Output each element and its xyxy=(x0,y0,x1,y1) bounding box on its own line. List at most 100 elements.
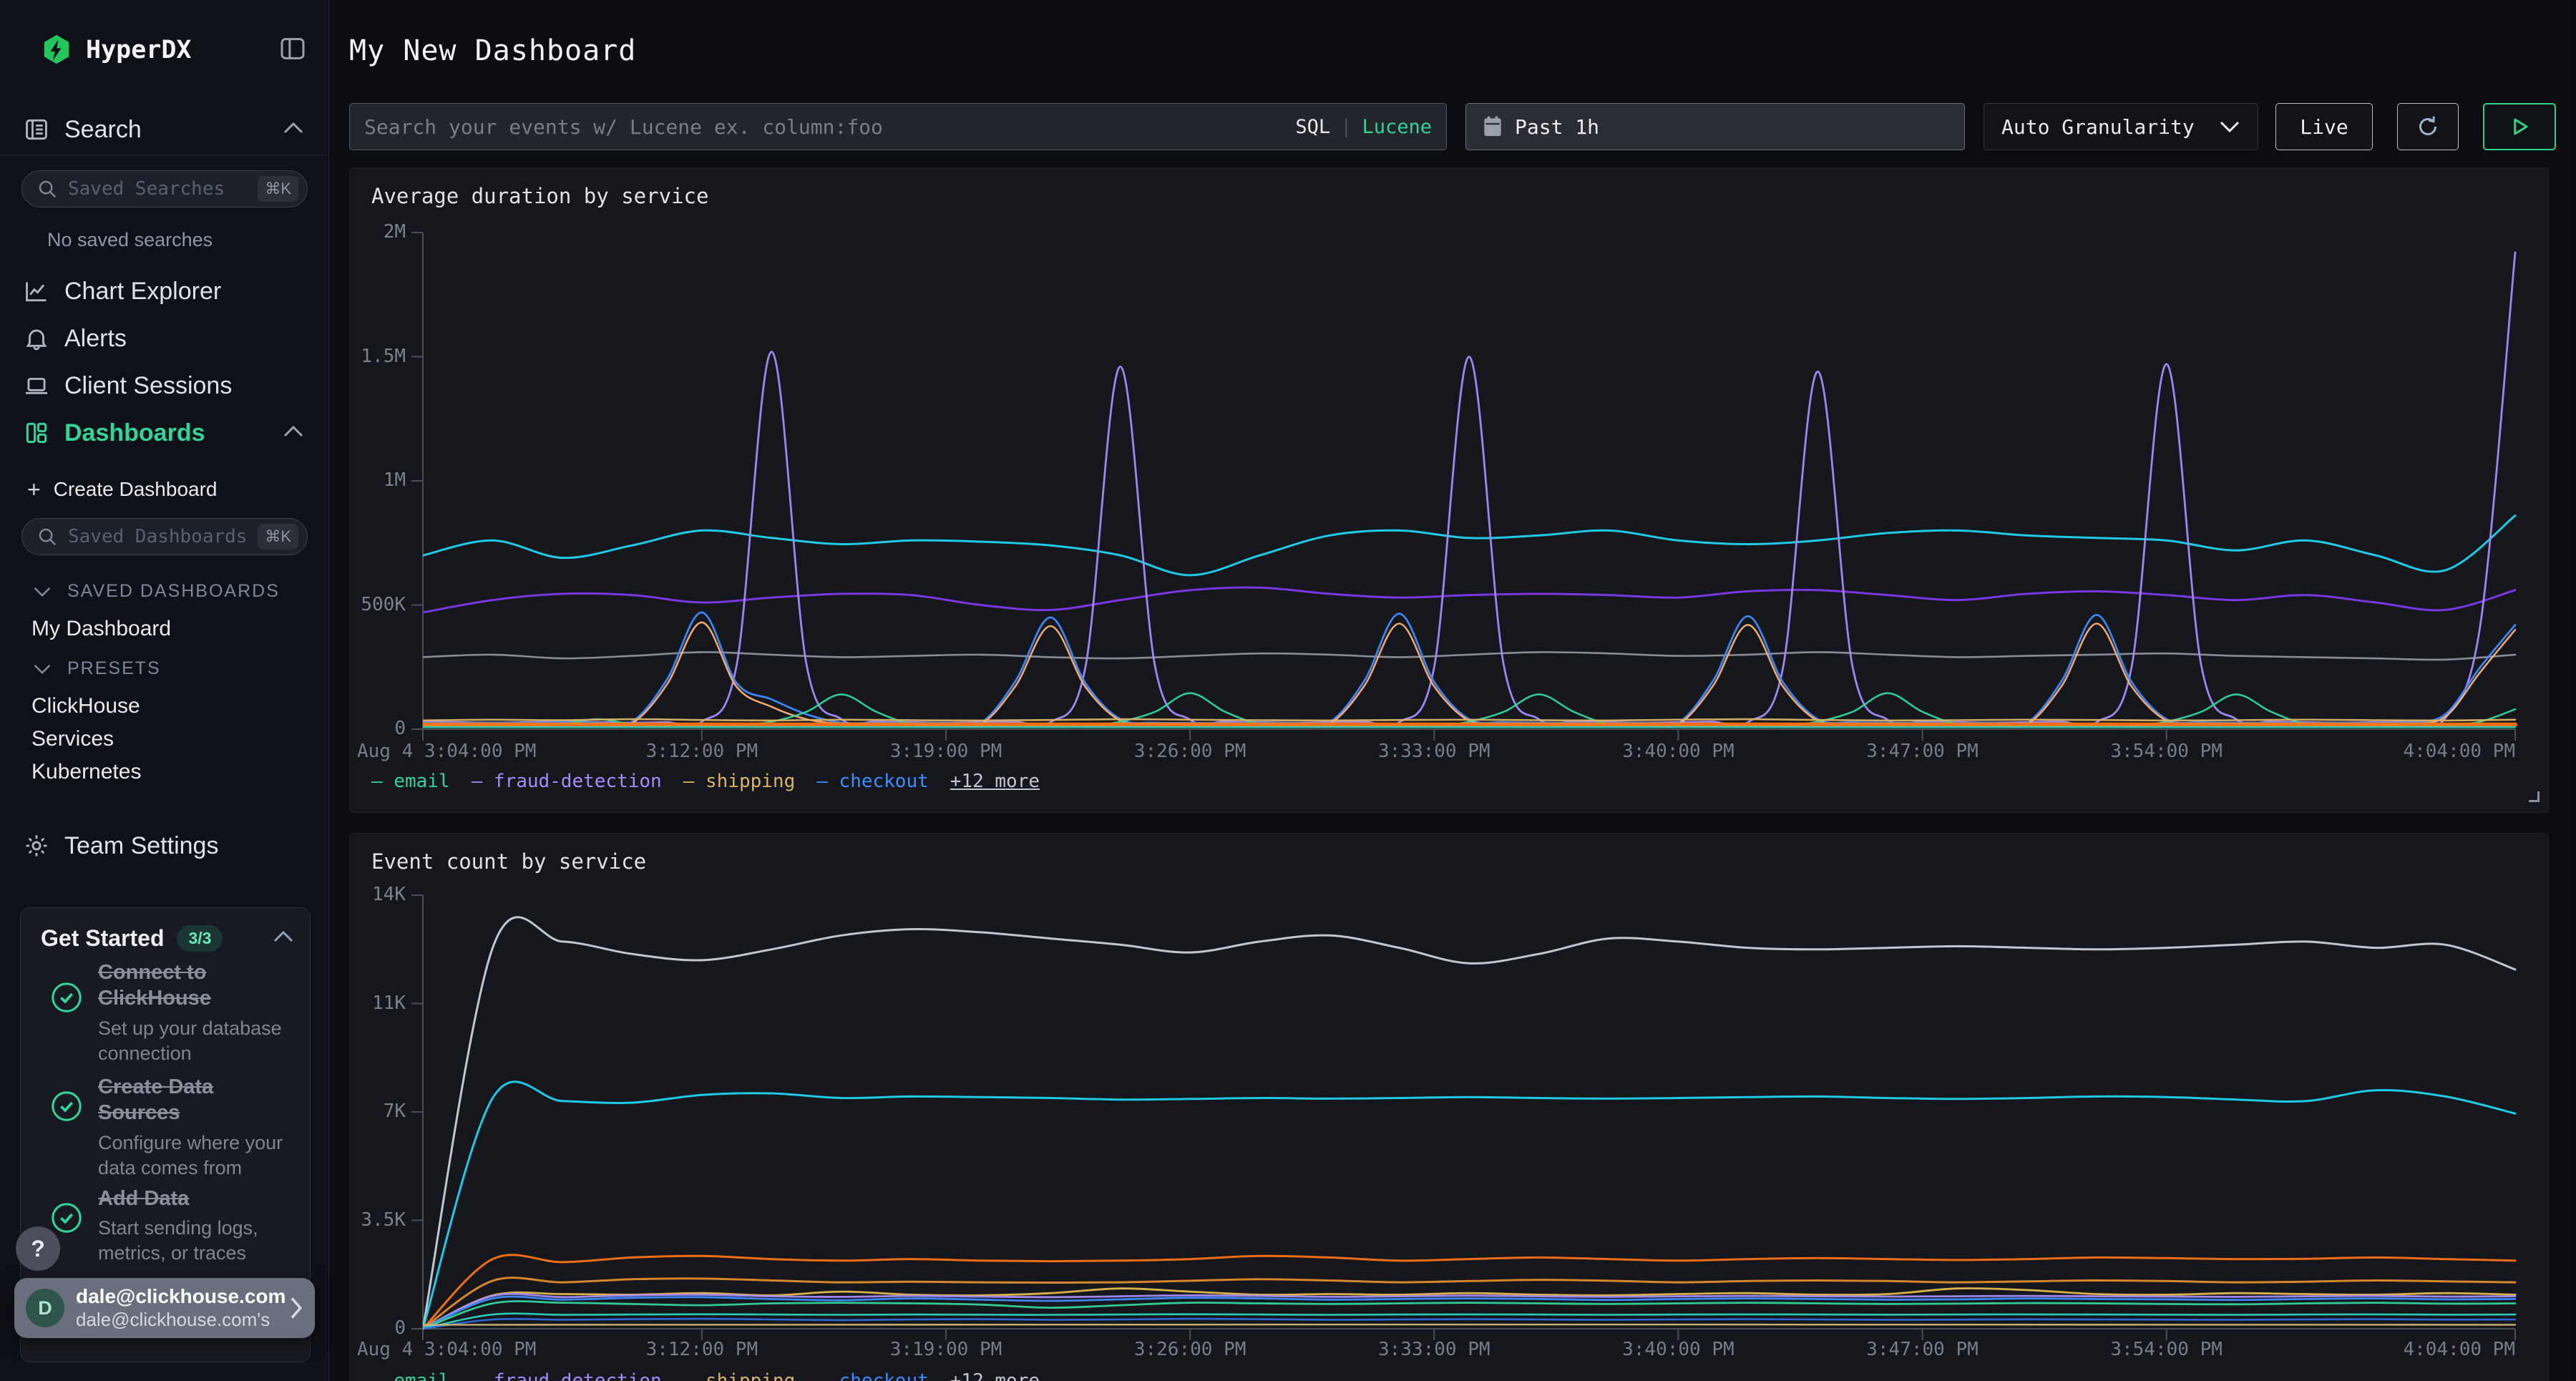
chart-legend: — email — fraud-detection — shipping — chec… xyxy=(371,1370,1040,1381)
sidebar-item-dashboards[interactable]: Dashboards xyxy=(0,416,328,449)
line-chart-avg-duration[interactable]: 2M1.5M1M500K0Aug 4 3:04:00 PM3:12:00 PM3… xyxy=(350,168,2548,812)
legend-item-checkout[interactable]: — checkout xyxy=(816,1370,929,1381)
sidebar-collapse-icon[interactable] xyxy=(278,34,307,67)
checklist-item-connect[interactable]: Connect to ClickHouse Set up your databa… xyxy=(35,960,298,1066)
team-settings-label: Team Settings xyxy=(64,832,218,860)
user-email: dale@clickhouse.com xyxy=(76,1285,288,1308)
sidebar-item-alerts[interactable]: Alerts xyxy=(0,322,328,355)
dashboards-icon xyxy=(23,419,50,446)
help-button[interactable]: ? xyxy=(16,1226,60,1271)
checklist-item-subtitle: Set up your database connection xyxy=(98,1016,298,1066)
avatar: D xyxy=(26,1289,64,1327)
sidebar-item-chart-explorer[interactable]: Chart Explorer xyxy=(0,275,328,308)
saved-searches-input[interactable] xyxy=(68,178,258,200)
sidebar-item-my-dashboard[interactable]: My Dashboard xyxy=(0,617,328,641)
sql-toggle[interactable]: SQL xyxy=(1295,116,1330,138)
chevron-up-icon xyxy=(283,425,304,441)
checklist-item-data-sources[interactable]: Create Data Sources Configure where your… xyxy=(35,1074,298,1181)
alerts-label: Alerts xyxy=(64,325,127,353)
series-line-other-orange xyxy=(423,1255,2515,1329)
series-line-other-lightgray xyxy=(423,917,2515,1329)
time-range-label: Past 1h xyxy=(1515,115,1599,139)
plus-icon: + xyxy=(27,478,41,501)
chart-panel-event-count: Event count by service 14K11K7K3.5K0Aug … xyxy=(349,833,2549,1381)
granularity-select[interactable]: Auto Granularity xyxy=(1984,103,2258,150)
legend-item-checkout[interactable]: — checkout xyxy=(816,771,929,792)
run-query-button[interactable] xyxy=(2483,103,2556,150)
create-dashboard-label: Create Dashboard xyxy=(54,478,218,501)
search-icon xyxy=(36,178,58,200)
scrollbar[interactable] xyxy=(2567,0,2576,1381)
checklist-item-title: Create Data Sources xyxy=(98,1074,298,1126)
series-line-shipping xyxy=(423,719,2515,721)
legend-item-email[interactable]: — email xyxy=(371,771,450,792)
legend-item-fraud-detection[interactable]: — fraud-detection xyxy=(472,1370,662,1381)
panel-resize-handle[interactable] xyxy=(2529,791,2540,802)
calendar-icon xyxy=(1482,115,1503,138)
bell-icon xyxy=(23,325,50,352)
checklist-item-title: Add Data xyxy=(98,1186,298,1211)
legend-more-link[interactable]: +12 more xyxy=(950,1370,1040,1381)
chart-panel-avg-duration: Average duration by service 2M1.5M1M500K… xyxy=(349,167,2549,813)
saved-dashboards-search[interactable]: ⌘K xyxy=(21,518,308,555)
chevron-down-icon xyxy=(33,586,52,597)
check-circle-icon xyxy=(35,1074,98,1181)
play-icon xyxy=(2509,116,2530,137)
granularity-label: Auto Granularity xyxy=(2001,115,2195,139)
line-chart-event-count[interactable]: 14K11K7K3.5K0Aug 4 3:04:00 PM3:12:00 PM3… xyxy=(350,834,2548,1381)
chevron-up-icon[interactable] xyxy=(273,930,294,947)
presets-section[interactable]: PRESETS xyxy=(0,658,328,679)
saved-dashboards-section[interactable]: SAVED DASHBOARDS xyxy=(0,581,328,602)
legend-item-shipping[interactable]: — shipping xyxy=(683,1370,796,1381)
hyperdx-logo-icon xyxy=(40,34,73,67)
no-saved-searches-text: No saved searches xyxy=(0,229,328,251)
refresh-button[interactable] xyxy=(2397,103,2459,150)
event-search-input[interactable] xyxy=(364,115,1295,139)
sidebar-item-search[interactable]: Search xyxy=(0,113,328,146)
user-account-chip[interactable]: D dale@clickhouse.com dale@clickhouse.co… xyxy=(14,1278,315,1338)
help-label: ? xyxy=(31,1236,45,1262)
get-started-title: Get Started xyxy=(41,925,164,952)
chart-svg xyxy=(350,168,2550,814)
chevron-up-icon xyxy=(283,122,304,138)
series-line-other-cyan xyxy=(423,1082,2515,1329)
chart-legend: — email — fraud-detection — shipping — chec… xyxy=(371,771,1040,792)
time-range-picker[interactable]: Past 1h xyxy=(1465,103,1965,150)
search-section-label: Search xyxy=(64,116,142,144)
chart-explorer-icon xyxy=(23,278,50,305)
legend-more-link[interactable]: +12 more xyxy=(950,771,1040,792)
gear-icon xyxy=(23,832,50,859)
get-started-progress-badge: 3/3 xyxy=(177,925,223,952)
series-line-other-cyan xyxy=(423,516,2515,575)
check-circle-icon xyxy=(35,960,98,1066)
saved-dashboards-input[interactable] xyxy=(68,526,258,547)
user-team: dale@clickhouse.com's xyxy=(76,1309,288,1331)
sidebar-item-kubernetes[interactable]: Kubernetes xyxy=(0,760,328,784)
saved-searches-search[interactable]: ⌘K xyxy=(21,170,308,208)
sidebar-item-clickhouse[interactable]: ClickHouse xyxy=(0,694,328,718)
sidebar: HyperDX Search ⌘K No saved searches Char… xyxy=(0,0,329,1381)
client-sessions-label: Client Sessions xyxy=(64,372,232,400)
sidebar-item-client-sessions[interactable]: Client Sessions xyxy=(0,369,328,402)
dashboards-label: Dashboards xyxy=(64,419,205,447)
create-dashboard-button[interactable]: + Create Dashboard xyxy=(0,475,328,504)
lucene-toggle[interactable]: Lucene xyxy=(1362,116,1432,138)
shortcut-badge: ⌘K xyxy=(258,524,298,550)
live-button[interactable]: Live xyxy=(2275,103,2373,150)
laptop-icon xyxy=(23,372,50,399)
series-line-shipping xyxy=(423,1288,2515,1329)
legend-item-shipping[interactable]: — shipping xyxy=(683,771,796,792)
chart-svg xyxy=(350,834,2550,1381)
checklist-item-title: Connect to ClickHouse xyxy=(98,960,298,1012)
legend-item-email[interactable]: — email xyxy=(371,1370,450,1381)
sidebar-item-services[interactable]: Services xyxy=(0,727,328,751)
legend-item-fraud-detection[interactable]: — fraud-detection xyxy=(472,771,662,792)
checklist-item-add-data[interactable]: Add Data Start sending logs, metrics, or… xyxy=(35,1186,298,1266)
event-search-bar[interactable]: SQL | Lucene xyxy=(349,103,1447,150)
chevron-right-icon xyxy=(288,1296,303,1320)
page-title: My New Dashboard xyxy=(349,34,636,67)
series-line-other-teal xyxy=(423,1314,2515,1329)
sidebar-item-team-settings[interactable]: Team Settings xyxy=(0,829,328,863)
series-line-other-gray xyxy=(423,652,2515,660)
checklist-item-subtitle: Start sending logs, metrics, or traces xyxy=(98,1216,298,1266)
